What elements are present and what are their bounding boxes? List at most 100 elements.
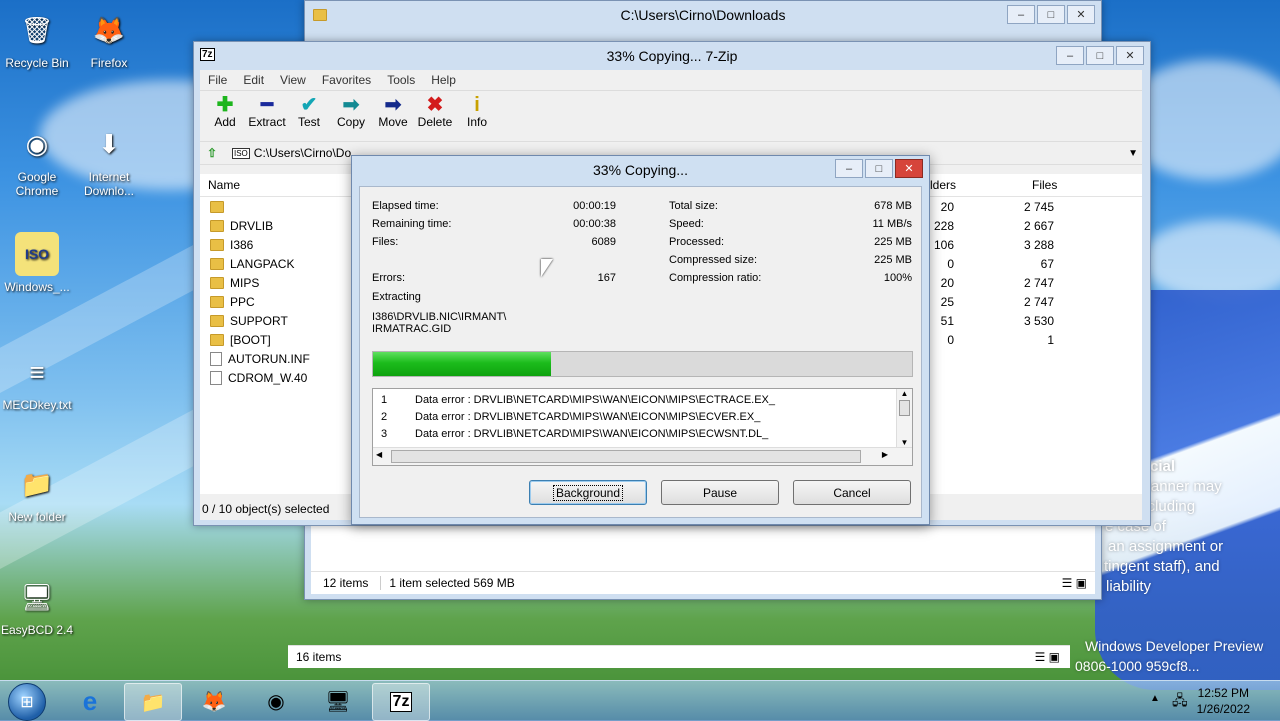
taskbar-app[interactable]: 📁 xyxy=(124,683,182,721)
item-name: SUPPORT xyxy=(230,313,288,328)
desktop-icon[interactable]: 🗑 Recycle Bin xyxy=(0,8,77,71)
cancel-button[interactable]: Cancel xyxy=(793,480,911,505)
desktop-icon[interactable]: 📁 New folder xyxy=(0,462,77,525)
desktop-icon[interactable]: ISO Windows_... xyxy=(0,232,77,294)
watermark-line: liability xyxy=(1106,578,1152,595)
folder-icon xyxy=(210,219,224,232)
folder-icon xyxy=(210,200,224,213)
vertical-scrollbar[interactable]: ▲ ▼ xyxy=(896,389,912,447)
error-index: 2 xyxy=(381,410,388,423)
minimize-button[interactable]: – xyxy=(835,159,863,178)
desktop-icon[interactable]: 🖥 EasyBCD 2.4 xyxy=(0,575,77,638)
address-dropdown-icon[interactable]: ▼ xyxy=(1128,148,1138,159)
menu-item-favorites[interactable]: Favorites xyxy=(322,73,371,87)
minimize-button[interactable]: – xyxy=(1007,5,1035,24)
explorer-title: C:\Users\Cirno\Downloads xyxy=(620,7,786,23)
folder-icon xyxy=(210,314,224,327)
toolbar-label: Extract xyxy=(248,115,286,129)
menu-item-view[interactable]: View xyxy=(280,73,306,87)
progress-bar xyxy=(372,351,913,377)
system-clock[interactable]: 12:52 PM 1/26/2022 xyxy=(1197,685,1250,717)
error-list[interactable]: 1 Data error : DRVLIB\NETCARD\MIPS\WAN\EI… xyxy=(372,388,913,466)
error-row[interactable]: 3 Data error : DRVLIB\NETCARD\MIPS\WAN\EI… xyxy=(373,425,912,442)
error-text: Data error : DRVLIB\NETCARD\MIPS\WAN\EIC… xyxy=(415,393,776,406)
taskbar-app[interactable]: 🖥 xyxy=(310,683,366,719)
up-folder-icon[interactable]: ⇧ xyxy=(200,146,224,160)
extract-button[interactable]: ━ Extract xyxy=(246,95,288,129)
firefox-icon: 🦊 xyxy=(92,14,126,45)
extract-icon: ━ xyxy=(260,94,274,116)
details-view-icon[interactable]: ☰ ▣ xyxy=(1062,576,1087,590)
minimize-button[interactable]: – xyxy=(1056,46,1084,65)
copy-button[interactable]: ➡ Copy xyxy=(330,95,372,129)
compression-ratio-label: Compression ratio: xyxy=(669,272,762,284)
folder-icon xyxy=(210,295,224,308)
folder-icon xyxy=(210,257,224,270)
move-button[interactable]: ➡ Move xyxy=(372,95,414,129)
item-files: 67 xyxy=(1040,256,1054,271)
column-folders[interactable]: lders xyxy=(930,178,956,192)
menu-item-help[interactable]: Help xyxy=(431,73,456,87)
idm-icon: ⬇ xyxy=(98,128,120,159)
desktop-icon[interactable]: ≡ MECDkey.txt xyxy=(0,350,77,413)
action-text: Extracting xyxy=(372,291,421,303)
menu-item-tools[interactable]: Tools xyxy=(387,73,415,87)
current-file-path: I386\DRVLIB.NIC\IRMANT\ xyxy=(372,311,507,323)
close-button[interactable]: ✕ xyxy=(1067,5,1095,24)
maximize-button[interactable]: □ xyxy=(1037,5,1065,24)
speed-value: 11 MB/s xyxy=(872,218,912,230)
maximize-button[interactable]: □ xyxy=(865,159,893,178)
desktop-icon[interactable]: ⬇ Internet Downlo... xyxy=(69,122,149,199)
taskbar-app[interactable]: e xyxy=(62,683,118,719)
network-icon[interactable]: 🖧 xyxy=(1172,690,1188,714)
close-button[interactable]: ✕ xyxy=(895,159,923,178)
test-button[interactable]: ✔ Test xyxy=(288,95,330,129)
sevenzip-title: 33% Copying... 7-Zip xyxy=(606,48,738,64)
column-files[interactable]: Files xyxy=(1032,178,1057,192)
background-button[interactable]: Background xyxy=(529,480,647,505)
error-index: 3 xyxy=(381,427,388,440)
error-row[interactable]: 2 Data error : DRVLIB\NETCARD\MIPS\WAN\EI… xyxy=(373,408,912,425)
folder-icon xyxy=(210,238,224,251)
item-name: LANGPACK xyxy=(230,256,295,271)
item-files: 3 288 xyxy=(1023,237,1054,252)
info-button[interactable]: i Info xyxy=(456,95,498,129)
files-label: Files: xyxy=(372,236,399,248)
copy-progress-dialog[interactable]: 33% Copying... – □ ✕ Elapsed time: 00:00… xyxy=(351,155,930,525)
easybcd-icon: 🖥 xyxy=(325,690,351,713)
start-button[interactable]: ⊞ xyxy=(8,683,46,721)
item-files: 3 530 xyxy=(1023,313,1054,328)
menu-item-edit[interactable]: Edit xyxy=(243,73,264,87)
taskbar-app[interactable]: 🦊 xyxy=(186,683,242,719)
tray-arrow-icon[interactable]: ▲ xyxy=(1150,693,1160,704)
close-button[interactable]: ✕ xyxy=(1116,46,1144,65)
compression-ratio-value: 100% xyxy=(883,272,912,284)
explorer-icon: 📁 xyxy=(140,691,166,714)
error-row[interactable]: 1 Data error : DRVLIB\NETCARD\MIPS\WAN\EI… xyxy=(373,391,912,408)
menu-item-file[interactable]: File xyxy=(208,73,227,87)
sevenzip-app-icon: 7z xyxy=(200,48,215,61)
text-file-icon: ≡ xyxy=(29,356,45,387)
ie-icon: e xyxy=(82,685,98,716)
remaining-label: Remaining time: xyxy=(372,218,452,230)
add-button[interactable]: ✚ Add xyxy=(204,95,246,129)
view-toggle-icon[interactable]: ☰ ▣ xyxy=(1035,650,1060,664)
horizontal-scrollbar[interactable]: ◀ ▶ xyxy=(373,447,912,465)
taskbar-app[interactable]: 7z xyxy=(372,683,430,721)
desktop-icon[interactable]: 🦊 Firefox xyxy=(69,8,149,71)
maximize-button[interactable]: □ xyxy=(1086,46,1114,65)
item-name: DRVLIB xyxy=(230,218,274,233)
build-text-line: 0806-1000 959cf8... xyxy=(1075,658,1200,674)
pause-button[interactable]: Pause xyxy=(661,480,779,505)
toolbar-label: Move xyxy=(378,115,408,129)
easybcd-icon: 🖥 xyxy=(20,581,54,612)
file-icon xyxy=(210,351,222,366)
address-path: C:\Users\Cirno\Do xyxy=(253,146,352,160)
add-icon: ✚ xyxy=(216,94,234,116)
delete-button[interactable]: ✖ Delete xyxy=(414,95,456,129)
clock-time: 12:52 PM xyxy=(1197,686,1249,700)
desktop-icon[interactable]: ◉ Google Chrome xyxy=(0,122,77,199)
error-text: Data error : DRVLIB\NETCARD\MIPS\WAN\EIC… xyxy=(415,427,769,440)
taskbar-app[interactable]: ◉ xyxy=(248,683,304,719)
item-name: AUTORUN.INF xyxy=(228,351,310,366)
